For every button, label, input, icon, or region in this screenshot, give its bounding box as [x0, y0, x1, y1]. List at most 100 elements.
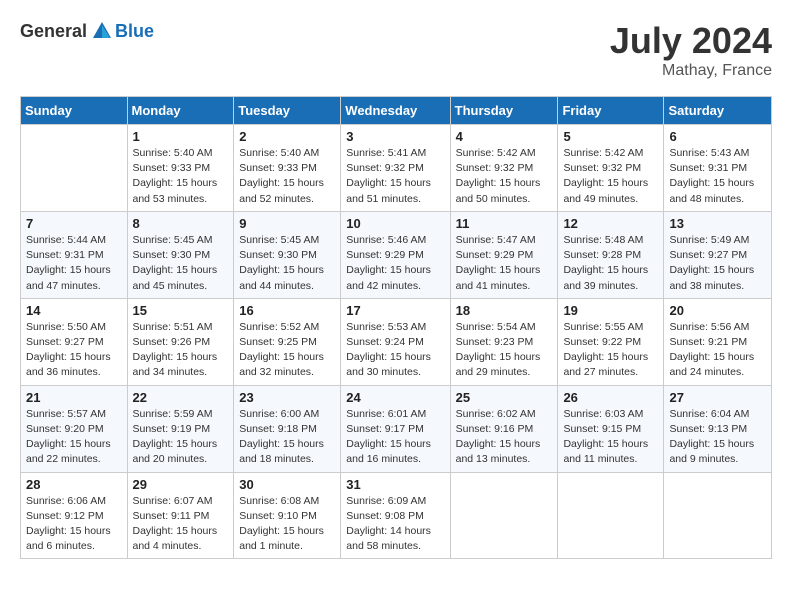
day-number: 8	[133, 216, 229, 231]
page-header: General Blue July 2024 Mathay, France	[20, 20, 772, 80]
day-info: Sunrise: 6:00 AM Sunset: 9:18 PM Dayligh…	[239, 407, 335, 468]
day-number: 18	[456, 303, 553, 318]
day-number: 2	[239, 129, 335, 144]
day-info: Sunrise: 6:07 AM Sunset: 9:11 PM Dayligh…	[133, 494, 229, 555]
day-number: 1	[133, 129, 229, 144]
calendar-cell: 12 Sunrise: 5:48 AM Sunset: 9:28 PM Dayli…	[558, 211, 664, 298]
day-info: Sunrise: 5:42 AM Sunset: 9:32 PM Dayligh…	[563, 146, 658, 207]
calendar-header-wednesday: Wednesday	[341, 97, 450, 125]
day-number: 6	[669, 129, 766, 144]
day-info: Sunrise: 6:04 AM Sunset: 9:13 PM Dayligh…	[669, 407, 766, 468]
day-info: Sunrise: 5:52 AM Sunset: 9:25 PM Dayligh…	[239, 320, 335, 381]
day-info: Sunrise: 5:48 AM Sunset: 9:28 PM Dayligh…	[563, 233, 658, 294]
day-number: 30	[239, 477, 335, 492]
calendar-week-row: 7Sunrise: 5:44 AM Sunset: 9:31 PM Daylig…	[21, 211, 772, 298]
title-block: July 2024 Mathay, France	[610, 20, 772, 80]
calendar-week-row: 14 Sunrise: 5:50 AM Sunset: 9:27 PM Dayli…	[21, 298, 772, 385]
calendar-cell: 8 Sunrise: 5:45 AM Sunset: 9:30 PM Daylig…	[127, 211, 234, 298]
day-info: Sunrise: 5:44 AM Sunset: 9:31 PM Dayligh…	[26, 233, 122, 294]
calendar-cell	[21, 125, 128, 212]
day-info: Sunrise: 5:45 AM Sunset: 9:30 PM Dayligh…	[239, 233, 335, 294]
calendar-cell: 20 Sunrise: 5:56 AM Sunset: 9:21 PM Dayli…	[664, 298, 772, 385]
day-info: Sunrise: 5:57 AM Sunset: 9:20 PM Dayligh…	[26, 407, 122, 468]
calendar-cell: 22 Sunrise: 5:59 AM Sunset: 9:19 PM Dayli…	[127, 385, 234, 472]
calendar-week-row: 28 Sunrise: 6:06 AM Sunset: 9:12 PM Dayli…	[21, 472, 772, 559]
day-info: Sunrise: 5:47 AM Sunset: 9:29 PM Dayligh…	[456, 233, 553, 294]
calendar-cell	[450, 472, 558, 559]
calendar-cell: 5 Sunrise: 5:42 AM Sunset: 9:32 PM Daylig…	[558, 125, 664, 212]
day-info: Sunrise: 5:49 AM Sunset: 9:27 PM Dayligh…	[669, 233, 766, 294]
calendar-cell: 13 Sunrise: 5:49 AM Sunset: 9:27 PM Dayli…	[664, 211, 772, 298]
day-info: Sunrise: 5:51 AM Sunset: 9:26 PM Dayligh…	[133, 320, 229, 381]
day-number: 17	[346, 303, 444, 318]
day-number: 26	[563, 390, 658, 405]
day-info: Sunrise: 6:06 AM Sunset: 9:12 PM Dayligh…	[26, 494, 122, 555]
day-info: Sunrise: 5:41 AM Sunset: 9:32 PM Dayligh…	[346, 146, 444, 207]
calendar-cell: 15 Sunrise: 5:51 AM Sunset: 9:26 PM Dayli…	[127, 298, 234, 385]
calendar-header-saturday: Saturday	[664, 97, 772, 125]
calendar-table: SundayMondayTuesdayWednesdayThursdayFrid…	[20, 96, 772, 559]
logo-general-text: General	[20, 21, 87, 42]
calendar-week-row: 21 Sunrise: 5:57 AM Sunset: 9:20 PM Dayli…	[21, 385, 772, 472]
day-number: 14	[26, 303, 122, 318]
calendar-cell: 17 Sunrise: 5:53 AM Sunset: 9:24 PM Dayli…	[341, 298, 450, 385]
day-info: Sunrise: 5:55 AM Sunset: 9:22 PM Dayligh…	[563, 320, 658, 381]
day-number: 20	[669, 303, 766, 318]
day-info: Sunrise: 5:56 AM Sunset: 9:21 PM Dayligh…	[669, 320, 766, 381]
day-info: Sunrise: 6:01 AM Sunset: 9:17 PM Dayligh…	[346, 407, 444, 468]
day-number: 22	[133, 390, 229, 405]
calendar-cell: 6 Sunrise: 5:43 AM Sunset: 9:31 PM Daylig…	[664, 125, 772, 212]
calendar-cell: 11 Sunrise: 5:47 AM Sunset: 9:29 PM Dayli…	[450, 211, 558, 298]
day-info: Sunrise: 5:50 AM Sunset: 9:27 PM Dayligh…	[26, 320, 122, 381]
calendar-header-tuesday: Tuesday	[234, 97, 341, 125]
day-number: 9	[239, 216, 335, 231]
day-number: 28	[26, 477, 122, 492]
calendar-cell: 21 Sunrise: 5:57 AM Sunset: 9:20 PM Dayli…	[21, 385, 128, 472]
calendar-cell: 7Sunrise: 5:44 AM Sunset: 9:31 PM Daylig…	[21, 211, 128, 298]
day-number: 4	[456, 129, 553, 144]
calendar-cell: 23 Sunrise: 6:00 AM Sunset: 9:18 PM Dayli…	[234, 385, 341, 472]
calendar-cell	[664, 472, 772, 559]
day-number: 27	[669, 390, 766, 405]
calendar-cell: 28 Sunrise: 6:06 AM Sunset: 9:12 PM Dayli…	[21, 472, 128, 559]
day-number: 5	[563, 129, 658, 144]
calendar-cell: 10Sunrise: 5:46 AM Sunset: 9:29 PM Dayli…	[341, 211, 450, 298]
day-number: 25	[456, 390, 553, 405]
day-info: Sunrise: 5:42 AM Sunset: 9:32 PM Dayligh…	[456, 146, 553, 207]
day-number: 24	[346, 390, 444, 405]
calendar-header-monday: Monday	[127, 97, 234, 125]
calendar-cell: 1 Sunrise: 5:40 AM Sunset: 9:33 PM Daylig…	[127, 125, 234, 212]
calendar-cell: 30Sunrise: 6:08 AM Sunset: 9:10 PM Dayli…	[234, 472, 341, 559]
calendar-cell: 25 Sunrise: 6:02 AM Sunset: 9:16 PM Dayli…	[450, 385, 558, 472]
location: Mathay, France	[610, 62, 772, 80]
day-info: Sunrise: 5:43 AM Sunset: 9:31 PM Dayligh…	[669, 146, 766, 207]
day-number: 12	[563, 216, 658, 231]
calendar-cell: 14 Sunrise: 5:50 AM Sunset: 9:27 PM Dayli…	[21, 298, 128, 385]
day-number: 11	[456, 216, 553, 231]
logo-icon	[91, 20, 113, 42]
day-info: Sunrise: 5:54 AM Sunset: 9:23 PM Dayligh…	[456, 320, 553, 381]
day-info: Sunrise: 5:40 AM Sunset: 9:33 PM Dayligh…	[239, 146, 335, 207]
day-info: Sunrise: 6:02 AM Sunset: 9:16 PM Dayligh…	[456, 407, 553, 468]
logo-blue-text: Blue	[115, 21, 154, 42]
day-info: Sunrise: 5:40 AM Sunset: 9:33 PM Dayligh…	[133, 146, 229, 207]
logo: General Blue	[20, 20, 154, 42]
day-info: Sunrise: 5:45 AM Sunset: 9:30 PM Dayligh…	[133, 233, 229, 294]
day-number: 16	[239, 303, 335, 318]
calendar-cell: 18 Sunrise: 5:54 AM Sunset: 9:23 PM Dayli…	[450, 298, 558, 385]
day-number: 13	[669, 216, 766, 231]
day-number: 15	[133, 303, 229, 318]
calendar-week-row: 1 Sunrise: 5:40 AM Sunset: 9:33 PM Daylig…	[21, 125, 772, 212]
day-info: Sunrise: 5:59 AM Sunset: 9:19 PM Dayligh…	[133, 407, 229, 468]
calendar-header-sunday: Sunday	[21, 97, 128, 125]
month-title: July 2024	[610, 20, 772, 62]
calendar-cell: 31Sunrise: 6:09 AM Sunset: 9:08 PM Dayli…	[341, 472, 450, 559]
day-number: 23	[239, 390, 335, 405]
calendar-header-row: SundayMondayTuesdayWednesdayThursdayFrid…	[21, 97, 772, 125]
calendar-cell	[558, 472, 664, 559]
day-info: Sunrise: 5:53 AM Sunset: 9:24 PM Dayligh…	[346, 320, 444, 381]
day-number: 21	[26, 390, 122, 405]
day-number: 3	[346, 129, 444, 144]
calendar-cell: 3 Sunrise: 5:41 AM Sunset: 9:32 PM Daylig…	[341, 125, 450, 212]
day-number: 29	[133, 477, 229, 492]
